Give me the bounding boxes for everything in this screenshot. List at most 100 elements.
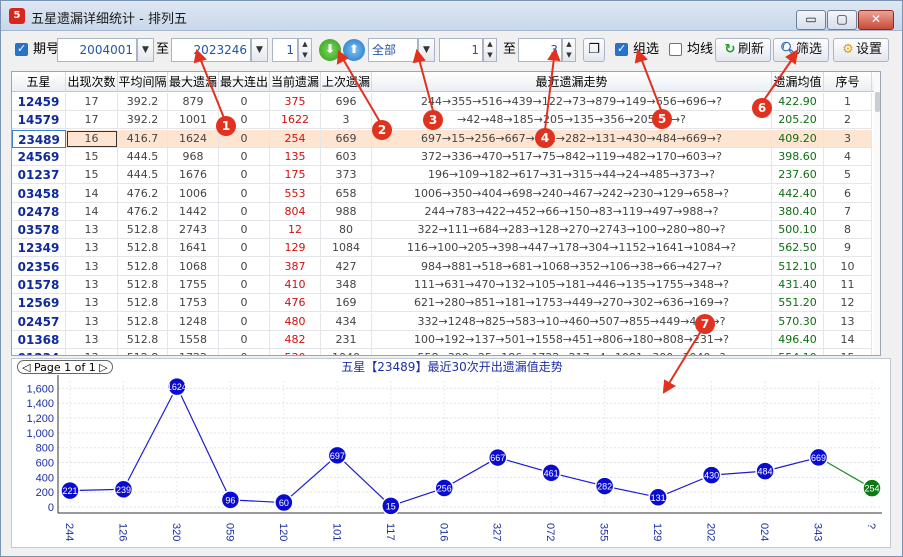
table-row[interactable]: 01237 15 444.5 1676 0 175 373 196→109→182→617→3… <box>12 166 872 185</box>
scope-dropdown[interactable]: ▼ <box>418 38 435 62</box>
table-cell: 116→100→205→398→447→178→304→1152→1641→10… <box>372 239 772 258</box>
table-row[interactable]: 01368 13 512.8 1558 0 482 231 100→192→137→501→1… <box>12 330 872 349</box>
to-label: 至 <box>156 42 170 57</box>
vertical-scrollbar[interactable] <box>874 72 880 355</box>
x-tick-label: 101 <box>330 523 342 541</box>
table-cell: 476.2 <box>118 202 168 221</box>
table-row[interactable]: 02457 13 512.8 1248 0 480 434 332→1248→825→583→… <box>12 312 872 331</box>
y-tick-label: 800 <box>36 443 54 455</box>
table-row[interactable]: 03578 13 512.8 2743 0 12 80 322→111→684→283→128… <box>12 221 872 240</box>
table-cell: 0 <box>219 257 270 276</box>
table-cell: 13 <box>824 312 872 331</box>
table-cell: 03458 <box>12 184 66 203</box>
table-cell: 12349 <box>12 239 66 258</box>
table-row[interactable]: 12459 17 392.2 879 0 375 696 244→355→516→439→12… <box>12 93 872 111</box>
range-to-spinner[interactable]: ▲ ▼ <box>562 38 576 62</box>
refresh-label: 刷新 <box>737 42 764 57</box>
table-cell: 100→192→137→501→1558→451→806→180→808→231… <box>372 330 772 349</box>
group-checkbox[interactable] <box>615 42 628 56</box>
table-row[interactable]: 12349 13 512.8 1641 0 129 1084 116→100→205→398→… <box>12 239 872 258</box>
scrollbar-thumb[interactable] <box>875 92 880 112</box>
table-cell: 392.2 <box>118 93 168 111</box>
table-cell: 476.2 <box>118 184 168 203</box>
annotation-marker-6: 6 <box>752 98 772 118</box>
period-from-field[interactable]: 2004001 <box>57 38 137 62</box>
table-cell: 410 <box>270 276 321 294</box>
column-header[interactable]: 上次遗漏 <box>321 72 372 92</box>
column-header[interactable]: 最大遗漏 <box>168 72 219 92</box>
column-header[interactable]: 最近遗漏走势 <box>372 72 772 92</box>
even-checkbox[interactable] <box>669 43 682 56</box>
table-cell: 12569 <box>12 294 66 313</box>
table-cell: 3 <box>824 129 872 148</box>
table-cell: 554.10 <box>772 349 824 355</box>
step-field[interactable]: 1 <box>272 38 298 62</box>
table-cell: 15 <box>66 166 118 185</box>
data-label: 282 <box>597 482 612 492</box>
table-cell: 24569 <box>12 147 66 166</box>
maximize-button[interactable]: ▢ <box>827 10 857 30</box>
period-to-field[interactable]: 2023246 <box>171 38 251 62</box>
minimize-button[interactable]: ▭ <box>796 10 826 30</box>
table-cell: 512.8 <box>118 239 168 258</box>
data-label: 484 <box>758 467 773 477</box>
table-cell: 15 <box>66 147 118 166</box>
table-cell: 111→631→470→132→105→181→446→135→1755→348… <box>372 276 772 294</box>
step-spinner[interactable]: ▲ ▼ <box>298 38 312 62</box>
period-to-dropdown[interactable]: ▼ <box>251 38 268 62</box>
column-header[interactable]: 出现次数 <box>66 72 118 92</box>
table-row[interactable]: 02356 13 512.8 1068 0 387 427 984→881→518→681→1… <box>12 257 872 276</box>
settings-button[interactable]: ⚙ 设置 <box>833 38 889 62</box>
table-row[interactable]: 02478 14 476.2 1442 0 804 988 244→783→422→452→6… <box>12 202 872 221</box>
data-label: 461 <box>544 468 559 478</box>
arrow-down-icon[interactable]: ⬇ <box>319 39 341 61</box>
table-cell: 512.10 <box>772 257 824 276</box>
table-cell: 530 <box>270 349 321 355</box>
column-header[interactable]: 当前遗漏 <box>270 72 321 92</box>
data-label: 667 <box>490 453 505 463</box>
table-row[interactable]: 24569 15 444.5 968 0 135 603 372→336→470→517→75… <box>12 147 872 166</box>
column-header[interactable]: 最大连出 <box>219 72 270 92</box>
copy-icon[interactable]: ❐ <box>583 38 605 62</box>
refresh-button[interactable]: ↻ 刷新 <box>715 38 771 62</box>
column-header[interactable]: 遗漏均值 <box>772 72 824 92</box>
table-header: 五星 出现次数 平均间隔 最大遗漏 最大连出 当前遗漏 上次遗漏 最近遗漏走势 遗漏均值 序号 <box>12 72 880 92</box>
arrow-up-icon[interactable]: ⬆ <box>343 39 365 61</box>
table-row[interactable]: 03458 14 476.2 1006 0 553 658 1006→350→404→698→… <box>12 184 872 203</box>
column-header[interactable]: 五星 <box>12 72 66 92</box>
scope-select[interactable]: 全部 <box>368 38 418 62</box>
period-checkbox[interactable] <box>15 42 28 56</box>
table-cell: 16 <box>66 129 118 148</box>
x-tick-label: 117 <box>384 523 396 541</box>
y-tick-label: 0 <box>48 502 54 514</box>
table-cell: 512.8 <box>118 221 168 240</box>
column-header[interactable]: 序号 <box>824 72 872 92</box>
table-row[interactable]: 12569 13 512.8 1753 0 476 169 621→280→851→181→1… <box>12 294 872 313</box>
table-cell: 1641 <box>168 239 219 258</box>
table-cell: 480 <box>270 312 321 331</box>
table-cell: 13 <box>66 312 118 331</box>
table-row[interactable]: 0123413512.8172205301040558→398→25→186→1… <box>12 349 872 355</box>
table-cell: 551.20 <box>772 294 824 313</box>
table-cell: 12459 <box>12 93 66 111</box>
table-cell: 196→109→182→617→31→315→44→24→485→373→? <box>372 166 772 185</box>
table-cell: 01368 <box>12 330 66 349</box>
table-row[interactable]: 01578 13 512.8 1755 0 410 348 111→631→470→132→1… <box>12 276 872 294</box>
data-label: 96 <box>225 495 235 505</box>
period-from-dropdown[interactable]: ▼ <box>137 38 154 62</box>
table-cell: 697→15→256→667→461→282→131→430→484→669→? <box>372 129 772 148</box>
filter-button[interactable]: 🔍︎筛选 <box>773 38 829 62</box>
range-to-field[interactable]: 3 <box>518 38 562 62</box>
table-cell: 482 <box>270 330 321 349</box>
table-cell: 10 <box>824 257 872 276</box>
range-from-field[interactable]: 1 <box>439 38 483 62</box>
table-row[interactable]: 23489 16 416.7 1624 0 254 669 697→15→256→667→46… <box>12 129 872 148</box>
main-window: 5 五星遗漏详细统计 - 排列五 ▭ ▢ ✕ 期号 2004001 ▼ 至 20… <box>0 0 903 557</box>
x-tick-label: 355 <box>598 523 610 541</box>
range-from-spinner[interactable]: ▲ ▼ <box>483 38 497 62</box>
table-cell: 0 <box>219 184 270 203</box>
range-to-label: 至 <box>503 42 517 57</box>
close-button[interactable]: ✕ <box>858 10 894 30</box>
column-header[interactable]: 平均间隔 <box>118 72 168 92</box>
table-cell: 988 <box>321 202 372 221</box>
